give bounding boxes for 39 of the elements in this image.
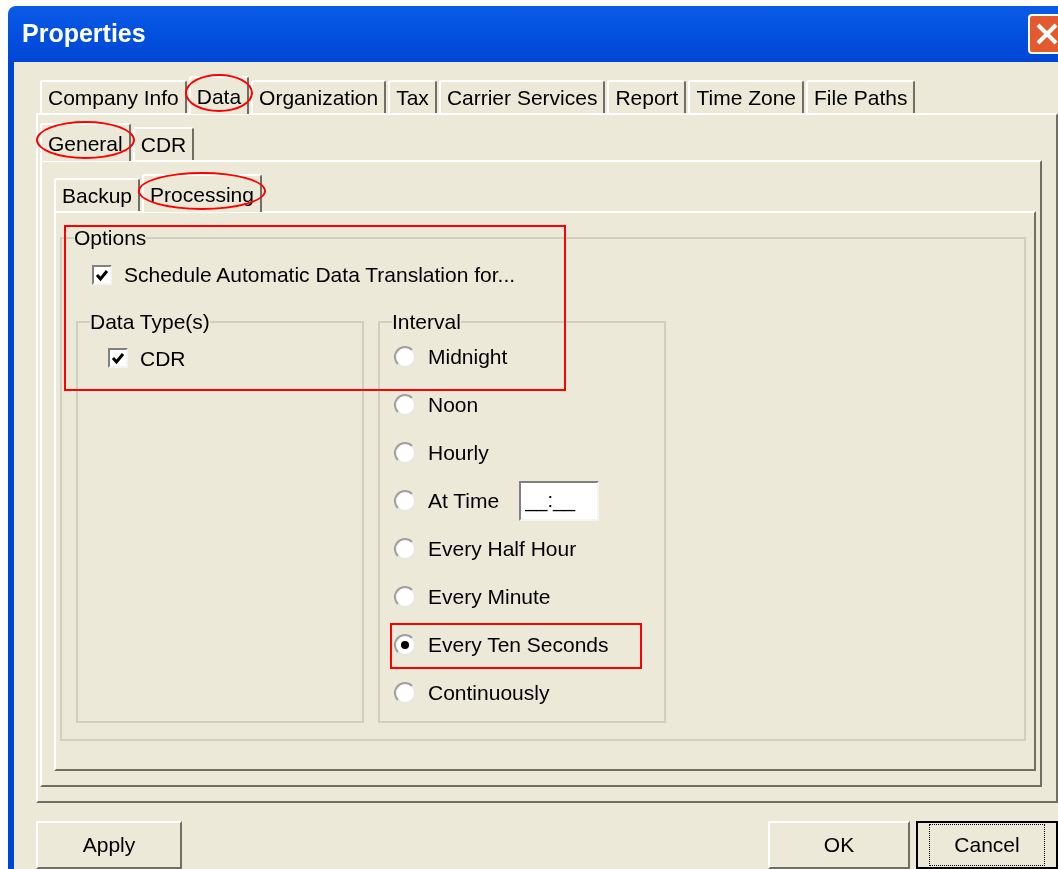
close-button[interactable] (1028, 14, 1058, 54)
radio-button[interactable] (394, 441, 416, 464)
tab[interactable]: Report (607, 80, 687, 113)
checkbox[interactable] (92, 264, 112, 285)
tab[interactable]: General (40, 123, 131, 161)
radio-label: Every Minute (428, 583, 551, 610)
tab[interactable]: Data (188, 76, 250, 114)
radio-label: Every Ten Seconds (428, 631, 609, 658)
tab[interactable]: Tax (388, 80, 437, 113)
dialog-button[interactable]: Cancel (916, 821, 1058, 869)
tab[interactable]: Processing (142, 174, 262, 212)
checkbox[interactable] (108, 348, 128, 369)
radio-label: At Time (428, 487, 500, 514)
radio-label: Hourly (428, 439, 489, 466)
close-icon (1034, 21, 1058, 47)
tab[interactable]: Carrier Services (438, 80, 606, 113)
time-field[interactable]: __:__ (519, 480, 600, 521)
tab[interactable]: Organization (251, 80, 387, 113)
checkbox-label: CDR (140, 345, 186, 372)
checkbox-label: Schedule Automatic Data Translation for... (124, 262, 516, 288)
radio-button[interactable] (394, 585, 416, 608)
window-title: Properties (22, 18, 146, 50)
radio-button[interactable] (394, 537, 416, 560)
tab[interactable]: Time Zone (688, 80, 805, 113)
radio-label: Every Half Hour (428, 535, 577, 562)
radio-button[interactable] (394, 393, 416, 416)
radio-button[interactable] (394, 681, 416, 704)
radio-button[interactable] (394, 489, 416, 512)
dialog-button[interactable]: OK (768, 821, 910, 869)
tab[interactable]: Company Info (40, 80, 187, 113)
radio-button[interactable] (394, 345, 416, 368)
apply-button[interactable]: Apply (36, 821, 182, 869)
radio-label: Noon (428, 391, 479, 418)
radio-button[interactable] (394, 633, 416, 656)
radio-label: Midnight (428, 343, 508, 370)
tab[interactable]: File Paths (806, 80, 916, 113)
tab[interactable]: CDR (132, 127, 195, 160)
radio-label: Continuously (428, 679, 550, 706)
tab[interactable]: Backup (54, 178, 141, 211)
